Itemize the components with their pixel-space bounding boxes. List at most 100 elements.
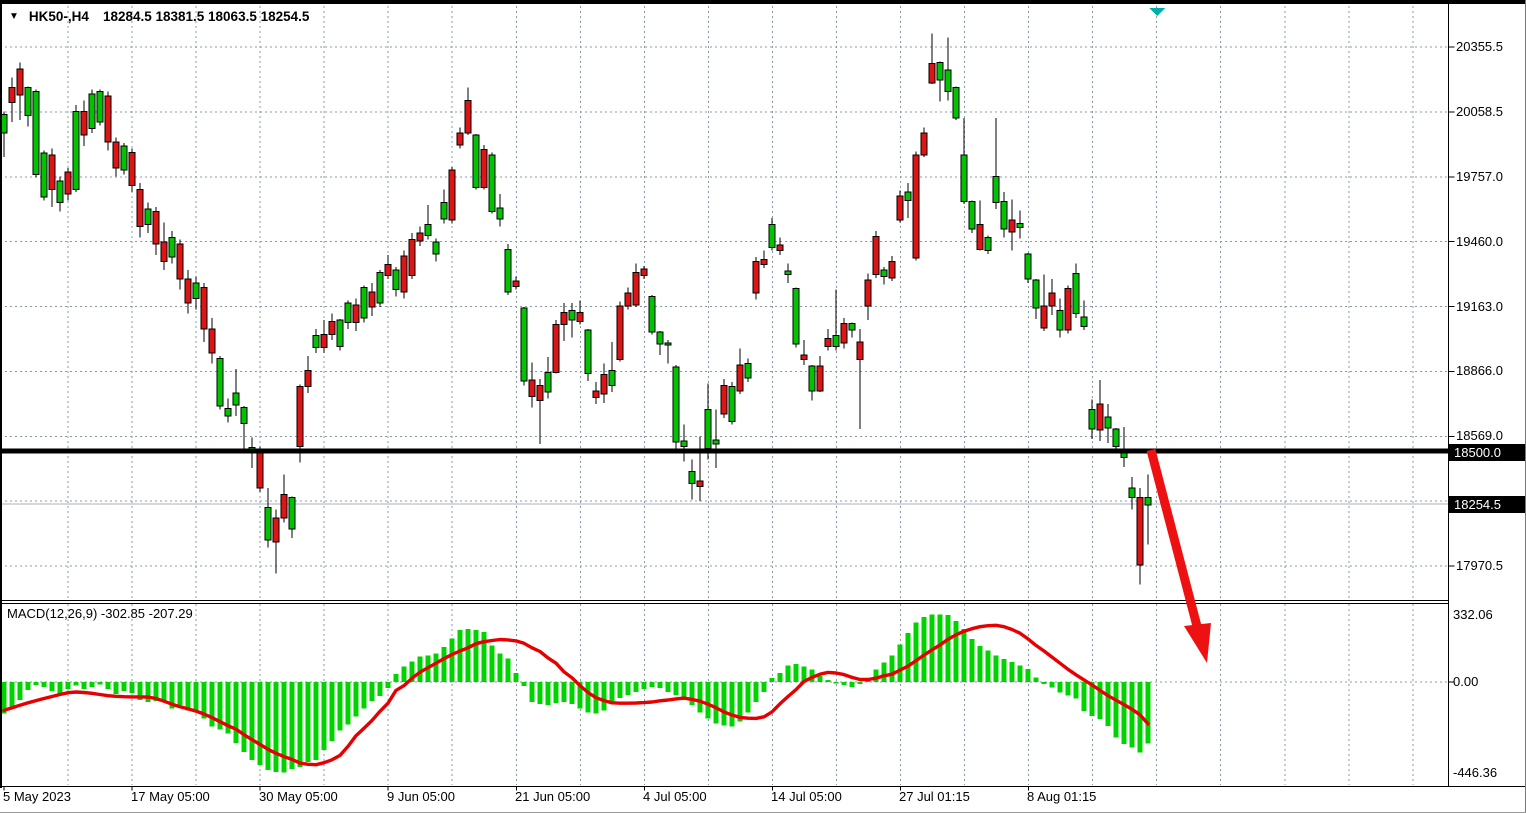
macd-histogram-bar — [834, 682, 839, 684]
candle-body — [801, 355, 807, 359]
macd-histogram-bar — [850, 682, 855, 687]
candle-body — [609, 370, 615, 385]
macd-histogram-bar — [1122, 682, 1127, 744]
candle-body — [337, 320, 343, 346]
candle-body — [849, 323, 855, 330]
candle-body — [913, 155, 919, 258]
macd-histogram-bar — [66, 682, 71, 689]
candle-body — [545, 372, 551, 392]
macd-histogram-bar — [514, 673, 519, 682]
candle-body — [601, 375, 607, 395]
macd-histogram-bar — [938, 615, 943, 682]
candle-body — [425, 224, 431, 235]
macd-histogram-bar — [970, 639, 975, 682]
macd-signal-line — [4, 625, 1148, 764]
macd-histogram-bar — [546, 682, 551, 705]
macd-histogram-bar — [994, 656, 999, 682]
candle-body — [321, 334, 327, 347]
macd-histogram-bar — [306, 682, 311, 762]
candle-body — [817, 366, 823, 391]
candle-body — [625, 293, 631, 306]
candle-body — [377, 272, 383, 302]
candle-body — [649, 296, 655, 332]
candle-body — [889, 261, 895, 277]
candle-body — [945, 70, 951, 92]
candle-body — [201, 288, 207, 329]
macd-histogram-bar — [890, 656, 895, 682]
candle-body — [1097, 404, 1103, 430]
macd-histogram-bar — [42, 682, 47, 687]
candle-body — [809, 366, 815, 391]
candle-body — [81, 111, 87, 135]
macd-histogram-bar — [522, 682, 527, 686]
chart-canvas[interactable] — [0, 0, 1526, 813]
candle-body — [961, 155, 967, 202]
candle-body — [417, 233, 423, 241]
resistance-line-18500[interactable] — [0, 448, 1449, 453]
candle-body — [121, 146, 127, 170]
macd-histogram-bar — [250, 682, 255, 760]
candle-body — [585, 330, 591, 374]
candle-body — [433, 242, 439, 254]
macd-histogram-bar — [98, 682, 103, 684]
candle-body — [657, 332, 663, 344]
candle-body — [841, 323, 847, 343]
candle-body — [369, 292, 375, 307]
candle-body — [385, 265, 391, 276]
macd-histogram-bar — [986, 651, 991, 682]
candle-body — [617, 306, 623, 359]
macd-histogram-bar — [1106, 682, 1111, 726]
macd-histogram-bar — [146, 682, 151, 702]
candle-body — [89, 94, 95, 129]
macd-histogram-bar — [762, 682, 767, 692]
candle-body — [73, 111, 79, 189]
candle-body — [761, 259, 767, 264]
candle-body — [353, 305, 359, 322]
macd-histogram-bar — [882, 663, 887, 682]
macd-histogram-bar — [1114, 682, 1119, 738]
macd-histogram-bar — [730, 682, 735, 727]
candle-body — [857, 342, 863, 359]
macd-histogram-bar — [770, 678, 775, 682]
candle-body — [745, 364, 751, 378]
candle-body — [1113, 429, 1119, 446]
macd-histogram-bar — [826, 680, 831, 682]
macd-histogram-bar — [706, 682, 711, 719]
macd-histogram-bar — [634, 682, 639, 692]
macd-histogram-bar — [1050, 682, 1055, 688]
candle-body — [441, 203, 447, 219]
candle-body — [985, 238, 991, 251]
macd-histogram-bar — [58, 682, 63, 694]
macd-histogram-bar — [290, 682, 295, 769]
macd-histogram-bar — [18, 682, 23, 700]
candle-body — [97, 92, 103, 122]
candle-body — [169, 238, 175, 258]
candle-body — [993, 177, 999, 203]
macd-histogram-bar — [490, 645, 495, 682]
trend-arrow-head[interactable] — [1184, 623, 1211, 663]
candle-body — [825, 339, 831, 347]
candle-body — [769, 224, 775, 247]
candle-body — [225, 408, 231, 416]
candle-body — [185, 279, 191, 303]
candle-body — [881, 270, 887, 277]
macd-histogram-bar — [370, 682, 375, 701]
candle-body — [561, 313, 567, 325]
candle-body — [193, 283, 199, 298]
macd-histogram-bar — [922, 617, 927, 682]
candle-body — [1129, 488, 1135, 498]
macd-histogram-bar — [338, 682, 343, 731]
candle-body — [137, 190, 143, 227]
candle-body — [41, 153, 47, 197]
candle-body — [729, 387, 735, 422]
candle-body — [209, 329, 215, 353]
candle-body — [865, 280, 871, 306]
macd-histogram-bar — [538, 682, 543, 704]
macd-histogram-bar — [794, 664, 799, 682]
candle-body — [457, 133, 463, 145]
candle-body — [1041, 306, 1047, 328]
candle-body — [969, 202, 975, 229]
macd-histogram-bar — [530, 682, 535, 702]
candle-body — [233, 393, 239, 405]
macd-histogram-bar — [330, 682, 335, 741]
